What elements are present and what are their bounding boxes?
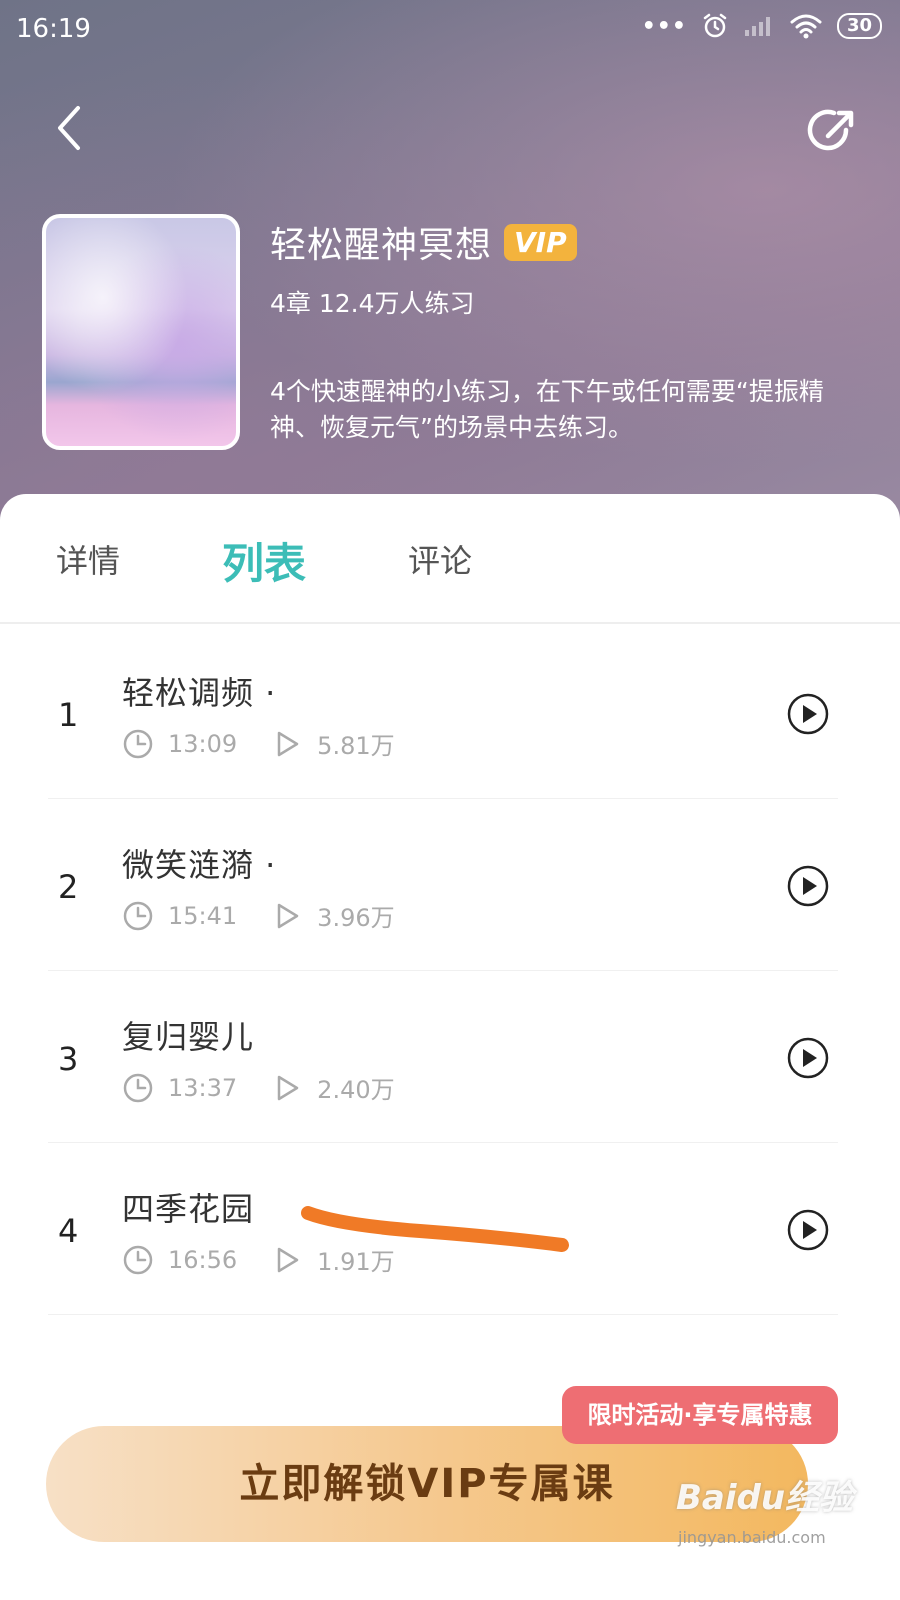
course-title-row: 轻松醒神冥想 VIP [270, 216, 577, 268]
track-plays: 2.40万 [317, 1076, 395, 1104]
track-title: 微笑涟漪 · [122, 846, 277, 884]
play-icon[interactable] [786, 692, 830, 736]
clock-icon [123, 1073, 153, 1102]
track-title: 复归婴儿 [122, 1018, 255, 1056]
course-title: 轻松醒神冥想 [270, 225, 493, 266]
track-info: 13:37 2.40万 [122, 1070, 395, 1105]
clock-icon [123, 1245, 153, 1274]
track-plays: 3.96万 [317, 904, 395, 932]
track-row[interactable]: 2 微笑涟漪 · 15:41 3.96万 [48, 798, 838, 971]
tab-bar: 详情 列表 评论 [0, 494, 900, 622]
battery-indicator: 30 [836, 13, 882, 39]
tab-comments[interactable]: 评论 [408, 536, 472, 582]
signal-icon [744, 17, 770, 36]
play-icon[interactable] [786, 864, 830, 908]
share-icon[interactable] [806, 104, 860, 158]
track-duration: 16:56 [168, 1245, 238, 1274]
clock-icon [123, 729, 153, 758]
track-title: 四季花园 [122, 1190, 255, 1228]
course-cover-image [42, 214, 240, 450]
track-duration: 13:37 [168, 1073, 238, 1102]
play-count-icon [277, 1075, 299, 1100]
more-dots-icon: ••• [641, 13, 687, 39]
watermark-url: jingyan.baidu.com [678, 1528, 826, 1547]
track-plays: 5.81万 [317, 732, 395, 760]
track-row[interactable]: 1 轻松调频 · 13:09 5.81万 [48, 626, 838, 799]
track-number: 3 [58, 1040, 79, 1078]
vip-badge: VIP [504, 223, 577, 261]
status-time: 16:19 [16, 14, 91, 44]
track-duration: 13:09 [168, 729, 238, 758]
course-meta: 4章 12.4万人练习 [270, 289, 475, 318]
course-description: 4个快速醒神的小练习，在下午或任何需要“提振精神、恢复元气”的场景中去练习。 [270, 377, 824, 442]
alarm-icon [703, 13, 727, 38]
promo-tag: 限时活动·享专属特惠 [562, 1386, 838, 1444]
back-icon[interactable] [48, 100, 98, 156]
track-title: 轻松调频 · [122, 674, 277, 712]
play-icon[interactable] [786, 1208, 830, 1252]
wifi-icon [790, 14, 822, 39]
play-count-icon [277, 903, 299, 928]
track-number: 2 [58, 868, 79, 906]
play-count-icon [277, 731, 299, 756]
clock-icon [123, 901, 153, 930]
tab-details[interactable]: 详情 [56, 536, 120, 582]
track-number: 1 [58, 696, 79, 734]
play-icon[interactable] [786, 1036, 830, 1080]
track-row[interactable]: 3 复归婴儿 13:37 2.40万 [48, 970, 838, 1143]
watermark-logo: Baidu经验 [676, 1478, 854, 1518]
tab-divider [0, 622, 900, 624]
status-icons: ••• 30 [642, 12, 882, 40]
redaction-scribble [301, 1206, 569, 1252]
course-header: 16:19 ••• 30 轻松醒神冥想 VIP 4章 12.4万人练习 4个快速… [0, 0, 900, 540]
track-info: 15:41 3.96万 [122, 898, 395, 933]
tab-list[interactable]: 列表 [222, 530, 306, 591]
track-number: 4 [58, 1212, 79, 1250]
track-duration: 15:41 [168, 901, 238, 930]
track-info: 13:09 5.81万 [122, 726, 395, 761]
play-count-icon [277, 1247, 299, 1272]
